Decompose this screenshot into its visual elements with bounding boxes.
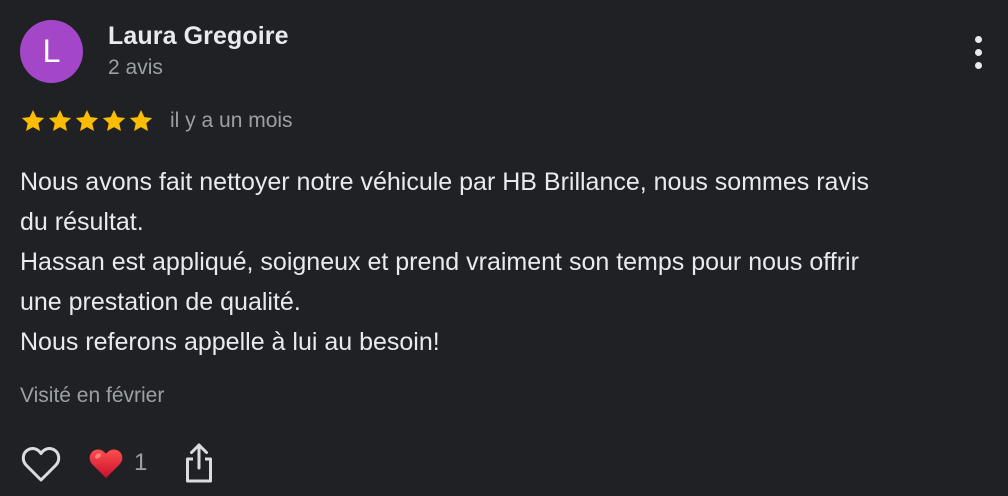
review-text: Nous avons fait nettoyer notre véhicule …	[20, 162, 990, 362]
star-rating	[20, 108, 154, 134]
rating-row: il y a un mois	[20, 108, 293, 134]
share-icon	[186, 443, 212, 483]
more-vert-icon-dot	[974, 48, 982, 56]
visit-info: Visité en février	[20, 384, 165, 407]
review-text-line: du résultat.	[20, 208, 144, 236]
reaction-count: 1	[134, 449, 148, 476]
author-review-count: 2 avis	[108, 56, 163, 79]
more-vert-icon	[974, 35, 982, 43]
star-icon	[102, 109, 126, 131]
star-icon	[48, 109, 72, 131]
review-text-line: Hassan est appliqué, soigneux et prend v…	[20, 248, 859, 276]
more-options-button[interactable]	[964, 32, 992, 72]
review-card: L Laura Gregoire 2 avis il y a un mois N…	[0, 0, 1008, 496]
star-icon	[75, 109, 99, 131]
like-button[interactable]	[20, 444, 62, 484]
star-icon	[21, 109, 45, 131]
star-icon	[129, 109, 153, 131]
review-text-line: Nous avons fait nettoyer notre véhicule …	[20, 168, 869, 196]
review-text-line: une prestation de qualité.	[20, 288, 301, 316]
heart-outline-icon	[21, 447, 61, 482]
reaction-summary[interactable]: 1	[88, 446, 147, 480]
avatar[interactable]: L	[20, 20, 83, 83]
review-date: il y a un mois	[170, 109, 293, 132]
red-heart-icon	[89, 449, 123, 478]
author-name[interactable]: Laura Gregoire	[108, 22, 289, 51]
review-text-line: Nous referons appelle à lui au besoin!	[20, 328, 440, 356]
more-vert-icon-dot	[974, 61, 982, 69]
share-button[interactable]	[184, 442, 214, 484]
avatar-initial: L	[42, 33, 61, 69]
